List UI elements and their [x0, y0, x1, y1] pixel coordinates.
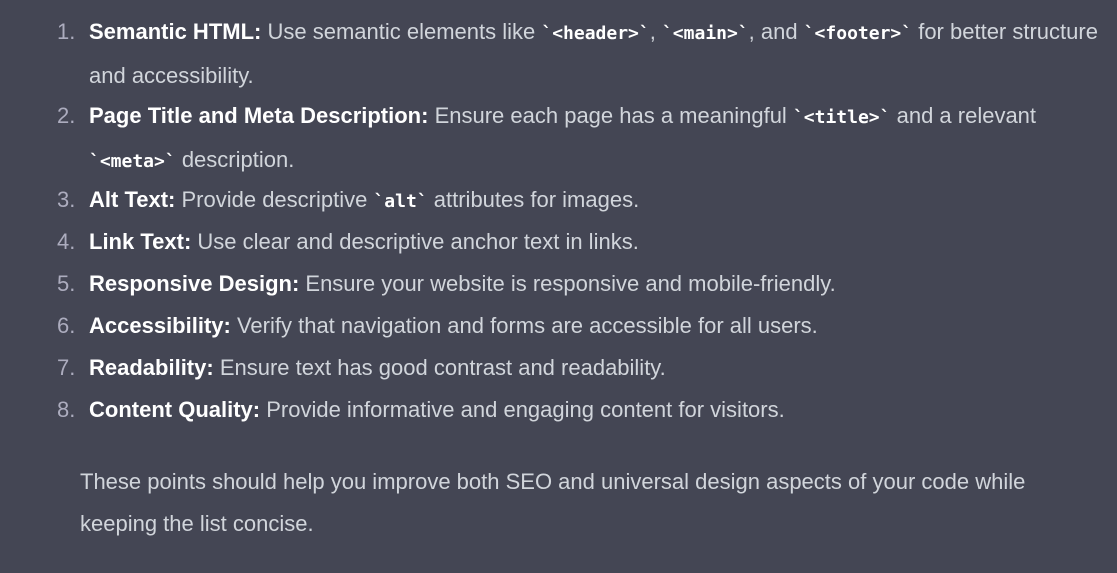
list-item: 3. Alt Text: Provide descriptive `alt` a… — [0, 179, 1117, 221]
list-number: 3. — [57, 187, 76, 212]
points-list: 1. Semantic HTML: Use semantic elements … — [0, 11, 1117, 431]
list-item: 4. Link Text: Use clear and descriptive … — [0, 221, 1117, 263]
inline-code: `<header>` — [541, 23, 650, 44]
item-title: Readability: — [89, 355, 214, 380]
list-item-body: Responsive Design: Ensure your website i… — [89, 271, 836, 296]
item-title: Alt Text: — [89, 187, 176, 212]
list-number: 4. — [57, 229, 76, 254]
item-title: Semantic HTML: — [89, 19, 262, 44]
list-item: 8. Content Quality: Provide informative … — [0, 389, 1117, 431]
list-item: 6. Accessibility: Verify that navigation… — [0, 305, 1117, 347]
list-item: 1. Semantic HTML: Use semantic elements … — [0, 11, 1117, 95]
item-title: Responsive Design: — [89, 271, 300, 296]
item-title: Page Title and Meta Description: — [89, 103, 429, 128]
list-item-body: Page Title and Meta Description: Ensure … — [89, 103, 1037, 172]
list-item: 5. Responsive Design: Ensure your websit… — [0, 263, 1117, 305]
list-item-body: Semantic HTML: Use semantic elements lik… — [89, 19, 1098, 88]
list-number: 5. — [57, 271, 76, 296]
inline-code: `<title>` — [792, 107, 891, 128]
list-number: 7. — [57, 355, 76, 380]
inline-code: `alt` — [373, 191, 428, 212]
item-title: Link Text: — [89, 229, 192, 254]
inline-code: `<meta>` — [89, 151, 176, 172]
inline-code: `<footer>` — [803, 23, 913, 44]
list-item-body: Link Text: Use clear and descriptive anc… — [89, 229, 639, 254]
list-item-body: Readability: Ensure text has good contra… — [89, 355, 666, 380]
list-number: 2. — [57, 103, 76, 128]
list-item: 7. Readability: Ensure text has good con… — [0, 347, 1117, 389]
inline-code: `<main>` — [661, 23, 749, 44]
list-item-body: Accessibility: Verify that navigation an… — [89, 313, 818, 338]
list-item-body: Alt Text: Provide descriptive `alt` attr… — [89, 187, 640, 212]
list-item-body: Content Quality: Provide informative and… — [89, 397, 785, 422]
list-number: 8. — [57, 397, 76, 422]
list-number: 1. — [57, 19, 76, 44]
item-title: Content Quality: — [89, 397, 261, 422]
summary-paragraph: These points should help you improve bot… — [80, 469, 1026, 536]
item-title: Accessibility: — [89, 313, 231, 338]
assistant-message: 1. Semantic HTML: Use semantic elements … — [0, 0, 1117, 573]
list-number: 6. — [57, 313, 76, 338]
list-item: 2. Page Title and Meta Description: Ensu… — [0, 95, 1117, 179]
